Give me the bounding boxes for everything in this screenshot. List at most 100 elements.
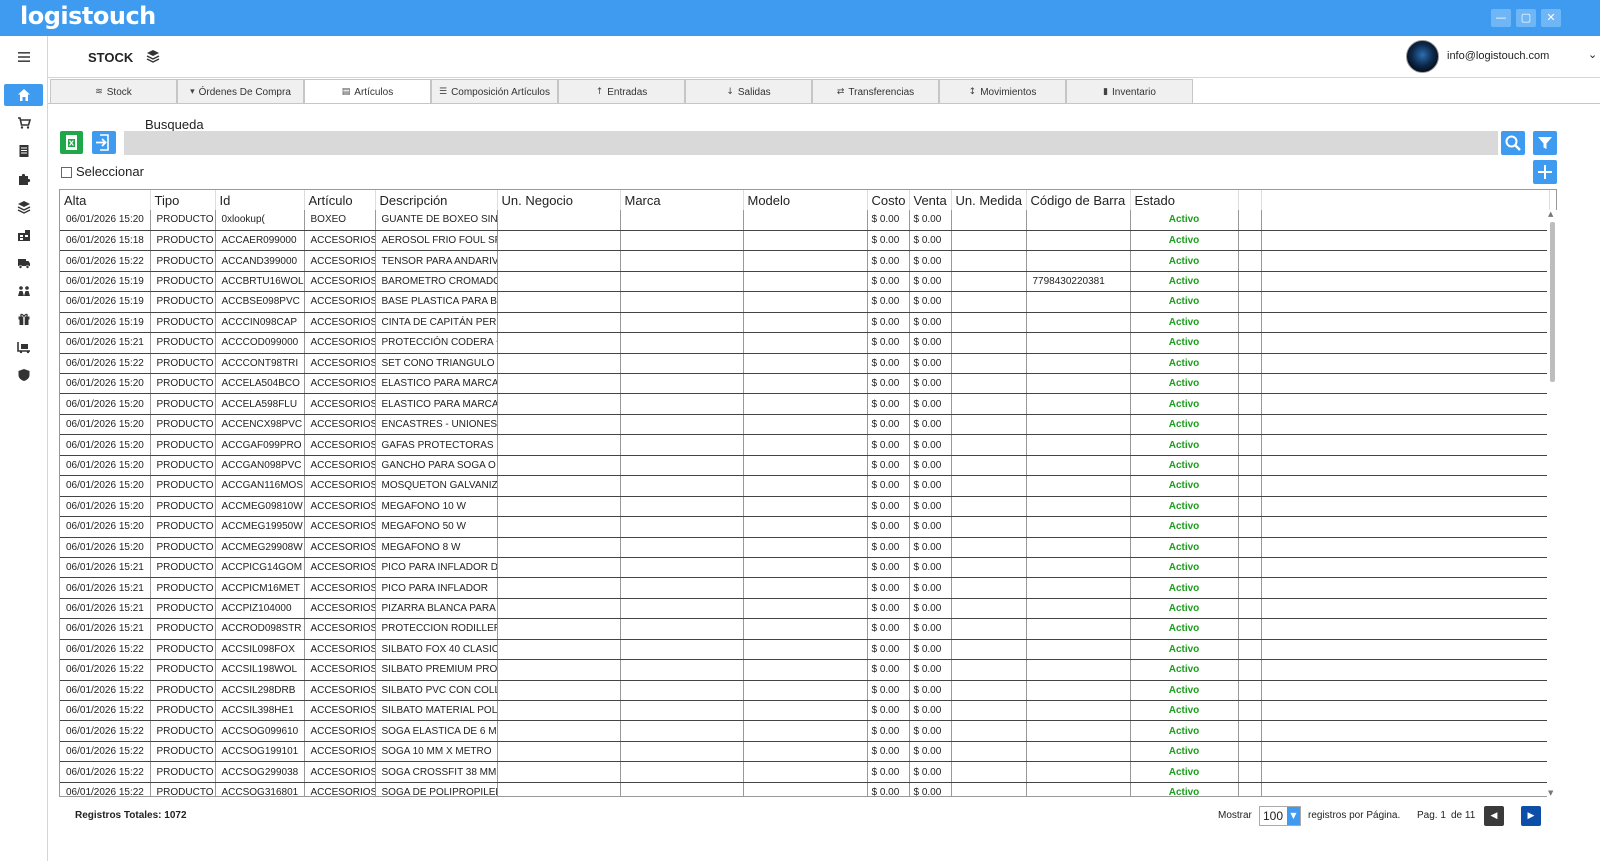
search-button[interactable] [1501, 131, 1525, 155]
next-page-button[interactable]: ▶ [1521, 806, 1541, 826]
tab-composicion-articulos[interactable]: ☰ Composición Artículos [431, 79, 558, 104]
table-scrollbar[interactable]: ▲ ▼ [1547, 210, 1557, 797]
export-excel-button[interactable]: X [60, 131, 83, 154]
cell-id: ACCGAF099PRO [215, 434, 305, 456]
table-row[interactable]: 06/01/2026 15:20 PRODUCTO ACCMEG09810W ACCE… [60, 496, 1550, 518]
close-button[interactable]: ✕ [1541, 9, 1561, 27]
cell-estado: Activo [1130, 577, 1239, 599]
cell-codigo-de-barra [1026, 455, 1131, 477]
column-header-venta[interactable]: Venta [909, 190, 952, 210]
tab-inventario[interactable]: ▮ Inventario [1066, 79, 1193, 104]
table-row[interactable]: 06/01/2026 15:20 PRODUCTO ACCGAF099PRO ACCE… [60, 434, 1550, 456]
cell-un-negocio [497, 618, 621, 640]
sidebar-item-purchases[interactable] [4, 112, 43, 134]
table-row[interactable]: 06/01/2026 15:22 PRODUCTO ACCAND399000 ACCE… [60, 250, 1550, 272]
user-email[interactable]: info@logistouch.com [1447, 50, 1549, 62]
table-row[interactable]: 06/01/2026 15:19 PRODUCTO ACCCIN098CAP ACCE… [60, 312, 1550, 334]
maximize-button[interactable]: ▢ [1516, 9, 1536, 27]
menu-toggle-button[interactable] [4, 46, 43, 68]
column-header-alta[interactable]: Alta [60, 190, 151, 210]
sidebar-item-clients[interactable] [4, 280, 43, 302]
tab-entradas[interactable]: ↑ Entradas [558, 79, 685, 104]
home-icon [17, 89, 30, 101]
table-row[interactable]: 06/01/2026 15:20 PRODUCTO ACCMEG29908W ACCE… [60, 537, 1550, 558]
column-header-codigo-de-barra[interactable]: Código de Barra [1026, 190, 1131, 210]
table-row[interactable]: 06/01/2026 15:22 PRODUCTO ACCSIL198WOL ACCE… [60, 659, 1550, 681]
cell-filler [1261, 700, 1550, 722]
column-header-un-negocio[interactable]: Un. Negocio [497, 190, 621, 210]
table-row[interactable]: 06/01/2026 15:21 PRODUCTO ACCROD098STR ACCE… [60, 618, 1550, 640]
table-row[interactable]: 06/01/2026 15:21 PRODUCTO ACCCOD099000 ACCE… [60, 332, 1550, 354]
scrollbar-thumb[interactable] [1550, 222, 1555, 382]
cell-articulo: BOXEO [304, 210, 376, 231]
table-row[interactable]: 06/01/2026 15:21 PRODUCTO ACCPICG14GOM ACCE… [60, 557, 1550, 579]
column-header-id[interactable]: Id [215, 190, 305, 210]
scroll-up-icon[interactable]: ▲ [1548, 210, 1553, 218]
cell-estado: Activo [1130, 496, 1239, 518]
column-header-tipo[interactable]: Tipo [150, 190, 216, 210]
table-row[interactable]: 06/01/2026 15:22 PRODUCTO ACCSIL098FOX ACCE… [60, 639, 1550, 661]
tab-articulos[interactable]: ▤ Artículos [304, 79, 431, 104]
table-row[interactable]: 06/01/2026 15:21 PRODUCTO ACCPICM16MET ACCE… [60, 577, 1550, 599]
per-page-select[interactable]: 100 ▼ [1259, 806, 1301, 826]
cell-un-negocio [497, 210, 621, 231]
table-row[interactable]: 06/01/2026 15:20 PRODUCTO ACCGAN116MOS ACCE… [60, 475, 1550, 497]
table-row[interactable]: 06/01/2026 15:19 PRODUCTO ACCBSE098PVC ACCE… [60, 291, 1550, 313]
cell-articulo: ACCESORIOS [304, 516, 376, 538]
tab-transferencias[interactable]: ⇄ Transferencias [812, 79, 939, 104]
table-row[interactable]: 06/01/2026 15:19 PRODUCTO ACCBRTU16WOL ACCE… [60, 271, 1550, 293]
table-row[interactable]: 06/01/2026 15:22 PRODUCTO ACCSOG299038 ACCE… [60, 761, 1550, 783]
table-row[interactable]: 06/01/2026 15:18 PRODUCTO ACCAER099000 ACCE… [60, 230, 1550, 252]
previous-page-button[interactable]: ◀ [1484, 806, 1504, 826]
column-header-marca[interactable]: Marca [620, 190, 744, 210]
sidebar-item-shipping[interactable] [4, 252, 43, 274]
cell-tipo: PRODUCTO [150, 516, 216, 538]
sidebar-item-stock[interactable] [4, 196, 43, 218]
select-checkbox[interactable] [61, 167, 72, 178]
sidebar-item-components[interactable] [4, 168, 43, 190]
sidebar-item-logistics[interactable] [4, 336, 43, 358]
cell-tipo: PRODUCTO [150, 496, 216, 518]
column-header-estado[interactable]: Estado [1130, 190, 1239, 210]
table-row[interactable]: 06/01/2026 15:20 PRODUCTO ACCELA598FLU ACCE… [60, 393, 1550, 415]
sidebar-item-home[interactable] [4, 84, 43, 106]
table-row[interactable]: 06/01/2026 15:20 PRODUCTO ACCMEG19950W ACCE… [60, 516, 1550, 538]
column-header-modelo[interactable]: Modelo [743, 190, 868, 210]
table-row[interactable]: 06/01/2026 15:22 PRODUCTO ACCSOG099610 ACCE… [60, 720, 1550, 742]
table-row[interactable]: 06/01/2026 15:20 PRODUCTO 0xlookup(BOXEO GU… [60, 210, 1550, 231]
scroll-down-icon[interactable]: ▼ [1548, 789, 1553, 797]
sidebar-item-promotions[interactable] [4, 308, 43, 330]
table-row[interactable]: 06/01/2026 15:22 PRODUCTO ACCSOG316801 ACCE… [60, 782, 1550, 796]
table-row[interactable]: 06/01/2026 15:21 PRODUCTO ACCPIZ104000 ACCE… [60, 598, 1550, 620]
per-page-label: registros por Página. [1308, 810, 1401, 821]
sidebar-item-warehouse[interactable] [4, 224, 43, 246]
table-row[interactable]: 06/01/2026 15:20 PRODUCTO ACCGAN098PVC ACCE… [60, 455, 1550, 477]
minimize-button[interactable]: — [1491, 9, 1511, 27]
cell-un-negocio [497, 393, 621, 415]
search-input[interactable] [124, 131, 1498, 155]
cell-un-medida [951, 250, 1027, 272]
tab-salidas[interactable]: ↓ Salidas [685, 79, 812, 104]
table-row[interactable]: 06/01/2026 15:22 PRODUCTO ACCSIL298DRB ACCE… [60, 680, 1550, 702]
cell-codigo-de-barra [1026, 332, 1131, 354]
table-row[interactable]: 06/01/2026 15:22 PRODUCTO ACCSIL398HE1 ACCE… [60, 700, 1550, 722]
tab-ordenes-de-compra[interactable]: ▾ Órdenes De Compra [177, 79, 304, 104]
add-article-button[interactable] [1533, 160, 1557, 184]
column-header-un-medida[interactable]: Un. Medida [951, 190, 1027, 210]
chevron-down-icon[interactable]: ▼ [1287, 807, 1300, 825]
column-header-descripcion[interactable]: Descripción [375, 190, 498, 210]
table-row[interactable]: 06/01/2026 15:20 PRODUCTO ACCELA504BCO ACCE… [60, 373, 1550, 395]
tab-movimientos[interactable]: ↕ Movimientos [939, 79, 1066, 104]
import-button[interactable] [92, 131, 116, 154]
table-row[interactable]: 06/01/2026 15:20 PRODUCTO ACCENCX98PVC ACCE… [60, 414, 1550, 436]
table-row[interactable]: 06/01/2026 15:22 PRODUCTO ACCCONT98TRI ACCE… [60, 353, 1550, 375]
sidebar-item-documents[interactable] [4, 140, 43, 162]
table-row[interactable]: 06/01/2026 15:22 PRODUCTO ACCSOG199101 ACCE… [60, 741, 1550, 763]
avatar[interactable] [1406, 40, 1439, 73]
column-header-articulo[interactable]: Artículo [304, 190, 376, 210]
tab-stock[interactable]: ≋ Stock [50, 79, 177, 104]
filter-button[interactable] [1533, 131, 1557, 155]
sidebar-item-security[interactable] [4, 364, 43, 386]
column-header-costo[interactable]: Costo [867, 190, 910, 210]
chevron-down-icon[interactable]: ⌄ [1588, 48, 1597, 61]
